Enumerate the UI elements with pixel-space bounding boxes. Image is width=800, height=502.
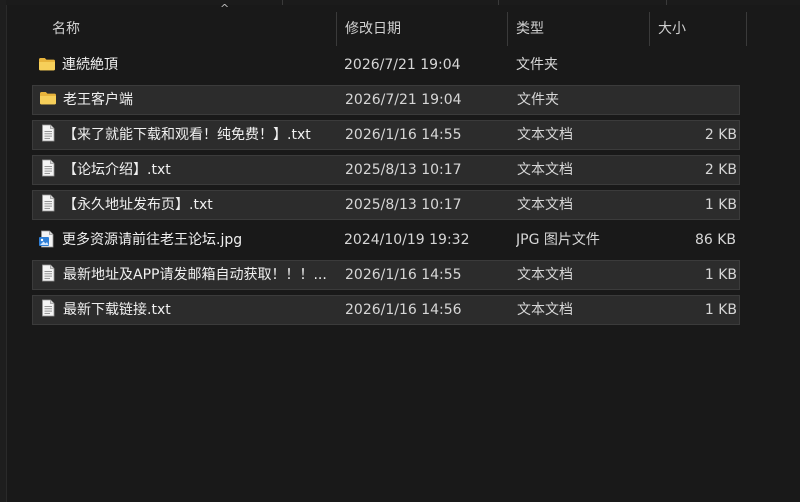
text-file-icon xyxy=(39,159,57,177)
file-name-cell: 更多资源请前往老王论坛.jpg xyxy=(38,225,338,255)
column-header-type-label: 类型 xyxy=(516,21,544,37)
file-name: 【永久地址发布页】.txt xyxy=(63,197,213,213)
file-row[interactable]: 連続絶頂 2026/7/21 19:04 文件夹 xyxy=(32,50,740,80)
toolbar-strip xyxy=(6,0,800,5)
image-file-icon xyxy=(38,229,56,248)
column-header-type[interactable]: 类型 xyxy=(508,12,650,46)
file-type: JPG 图片文件 xyxy=(516,232,600,248)
text-file-icon xyxy=(39,299,57,317)
sort-ascending-icon: ^ xyxy=(220,2,230,15)
file-name: 連続絶頂 xyxy=(62,57,118,73)
text-file-icon xyxy=(39,194,57,212)
file-row[interactable]: 老王客户端 2026/7/21 19:04 文件夹 xyxy=(32,85,740,115)
file-name: 【来了就能下载和观看！纯免费！】.txt xyxy=(63,127,311,143)
file-modified-date: 2026/7/21 19:04 xyxy=(344,57,461,73)
file-size: 2 KB xyxy=(704,127,737,143)
file-name-cell: 連続絶頂 xyxy=(38,50,338,80)
file-name: 最新地址及APP请发邮箱自动获取！！！... xyxy=(63,267,327,283)
file-type: 文本文档 xyxy=(517,302,573,318)
file-size: 86 KB xyxy=(694,232,736,248)
file-modified-date: 2024/10/19 19:32 xyxy=(344,232,470,248)
file-size: 2 KB xyxy=(704,162,737,178)
file-row[interactable]: 最新下载链接.txt 2026/1/16 14:56 文本文档 1 KB xyxy=(32,295,740,325)
navigation-pane-edge xyxy=(0,0,7,502)
file-modified-date: 2026/1/16 14:56 xyxy=(345,302,462,318)
file-name: 老王客户端 xyxy=(63,92,133,108)
column-header-date-label: 修改日期 xyxy=(345,21,401,37)
file-modified-date: 2026/1/16 14:55 xyxy=(345,267,462,283)
file-modified-date: 2025/8/13 10:17 xyxy=(345,162,462,178)
column-header-size[interactable]: 大小 xyxy=(650,12,747,46)
text-file-icon xyxy=(39,264,57,282)
folder-icon xyxy=(39,89,57,107)
file-size: 1 KB xyxy=(704,302,737,318)
file-row[interactable]: 最新地址及APP请发邮箱自动获取！！！... 2026/1/16 14:55 文本文… xyxy=(32,260,740,290)
file-size xyxy=(653,86,737,114)
file-type: 文本文档 xyxy=(517,197,573,213)
file-type: 文件夹 xyxy=(516,57,558,73)
file-name-cell: 【来了就能下载和观看！纯免费！】.txt xyxy=(39,121,339,149)
file-name: 更多资源请前往老王论坛.jpg xyxy=(62,232,243,248)
column-header-date[interactable]: 修改日期 xyxy=(337,12,508,46)
text-file-icon xyxy=(39,124,57,142)
file-modified-date: 2026/1/16 14:55 xyxy=(345,127,462,143)
file-name-cell: 【论坛介绍】.txt xyxy=(39,156,339,184)
file-name-cell: 最新下载链接.txt xyxy=(39,296,339,324)
file-type: 文本文档 xyxy=(517,162,573,178)
file-row[interactable]: 【永久地址发布页】.txt 2025/8/13 10:17 文本文档 1 KB xyxy=(32,190,740,220)
file-modified-date: 2025/8/13 10:17 xyxy=(345,197,462,213)
file-explorer-window: 名称 ^ 修改日期 类型 大小 連続絶頂 2026/7/21 19:04 文件夹 老王… xyxy=(0,0,800,502)
file-size: 1 KB xyxy=(704,197,737,213)
file-list: 連続絶頂 2026/7/21 19:04 文件夹 老王客户端 2026/7/21 19:… xyxy=(32,50,740,330)
file-row[interactable]: 【来了就能下载和观看！纯免费！】.txt 2026/1/16 14:55 文本文档 2… xyxy=(32,120,740,150)
file-size: 1 KB xyxy=(704,267,737,283)
column-header-name-label: 名称 xyxy=(52,21,80,37)
file-name: 最新下载链接.txt xyxy=(63,302,171,318)
file-name-cell: 老王客户端 xyxy=(39,86,339,114)
file-type: 文件夹 xyxy=(517,92,559,108)
file-size xyxy=(652,50,736,80)
file-type: 文本文档 xyxy=(517,267,573,283)
file-row[interactable]: 更多资源请前往老王论坛.jpg 2024/10/19 19:32 JPG 图片文件 8… xyxy=(32,225,740,255)
file-name: 【论坛介绍】.txt xyxy=(63,162,171,178)
file-type: 文本文档 xyxy=(517,127,573,143)
file-row[interactable]: 【论坛介绍】.txt 2025/8/13 10:17 文本文档 2 KB xyxy=(32,155,740,185)
file-modified-date: 2026/7/21 19:04 xyxy=(345,92,462,108)
column-header-row: 名称 ^ 修改日期 类型 大小 xyxy=(6,2,800,46)
file-name-cell: 【永久地址发布页】.txt xyxy=(39,191,339,219)
folder-icon xyxy=(38,54,56,72)
file-name-cell: 最新地址及APP请发邮箱自动获取！！！... xyxy=(39,261,339,289)
column-header-name[interactable]: 名称 ^ xyxy=(44,2,337,46)
column-header-size-label: 大小 xyxy=(658,21,686,37)
